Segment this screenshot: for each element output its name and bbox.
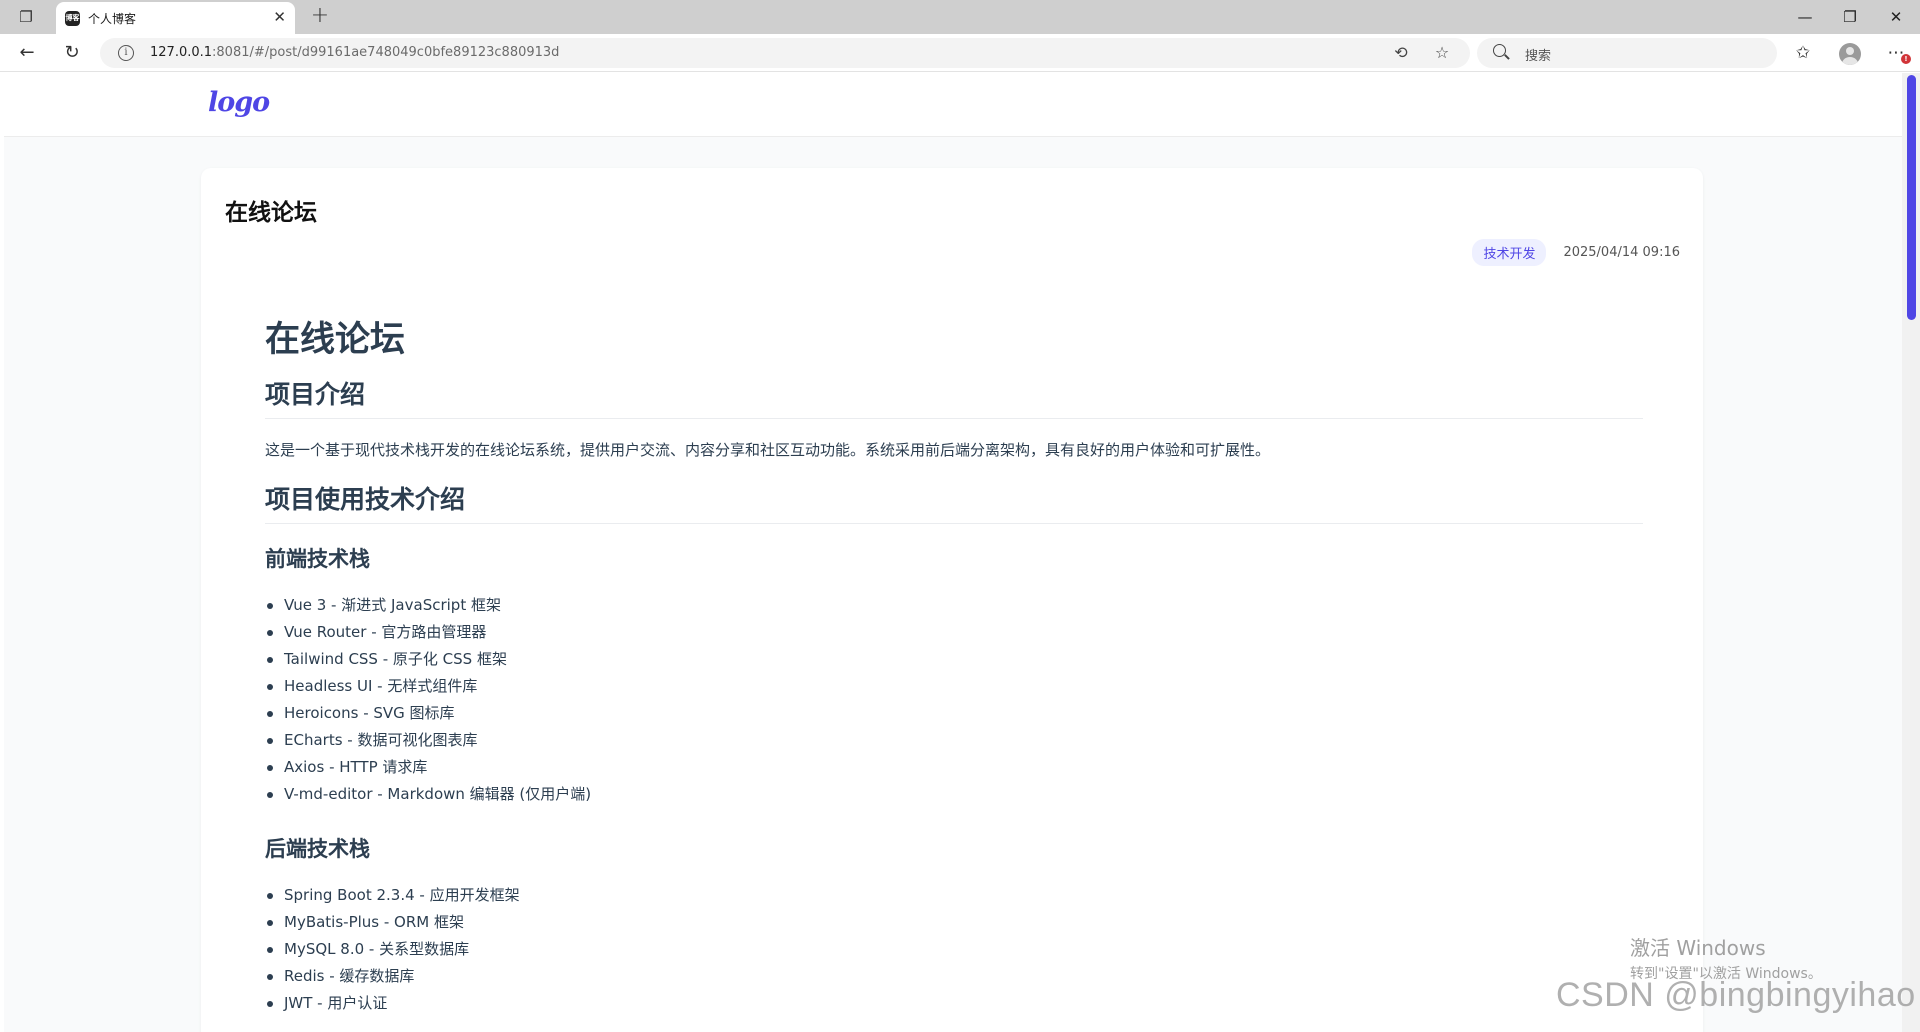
- post-meta: 技术开发 2025/04/14 09:16: [1472, 239, 1680, 266]
- csdn-watermark: CSDN @bingbingyihao: [1556, 976, 1916, 1014]
- site-info-icon[interactable]: i: [118, 45, 134, 61]
- category-badge[interactable]: 技术开发: [1472, 239, 1547, 266]
- scroll-thumb[interactable]: [1907, 75, 1916, 320]
- url-host: 127.0.0.1: [150, 45, 213, 60]
- tab-close-icon[interactable]: ✕: [273, 8, 286, 26]
- list-item: ECharts - 数据可视化图表库: [265, 727, 1643, 754]
- search-placeholder: 搜索: [1525, 49, 1552, 64]
- address-bar[interactable]: i 127.0.0.1:8081/#/post/d99161ae748049c0…: [100, 38, 1470, 68]
- favorites-icon[interactable]: ✩: [1789, 40, 1817, 66]
- refresh-icon[interactable]: ↻: [58, 40, 86, 66]
- notification-badge: !: [1901, 54, 1911, 64]
- list-item: MyBatis-Plus - ORM 框架: [265, 909, 1643, 936]
- search-icon: [1493, 44, 1506, 57]
- list-item: V-md-editor - Markdown 编辑器 (仅用户端): [265, 781, 1643, 808]
- url-path: :8081/#/post/d99161ae748049c0bfe89123c88…: [212, 45, 560, 60]
- list-item: Vue Router - 官方路由管理器: [265, 619, 1643, 646]
- tech-heading: 项目使用技术介绍: [265, 483, 1643, 524]
- favicon-icon: 博客: [65, 11, 80, 26]
- intro-heading: 项目介绍: [265, 378, 1643, 419]
- restore-icon[interactable]: ❐: [1836, 6, 1864, 28]
- search-box[interactable]: 搜索: [1477, 38, 1777, 68]
- favorite-star-icon[interactable]: ☆: [1431, 43, 1453, 63]
- browser-toolbar: ← ↻ i 127.0.0.1:8081/#/post/d99161ae7480…: [0, 34, 1920, 72]
- list-item: MySQL 8.0 - 关系型数据库: [265, 936, 1643, 963]
- backend-heading: 后端技术栈: [265, 837, 370, 861]
- frontend-heading: 前端技术栈: [265, 547, 370, 571]
- list-item: Axios - HTTP 请求库: [265, 754, 1643, 781]
- post-title: 在线论坛: [225, 200, 317, 226]
- list-item: Tailwind CSS - 原子化 CSS 框架: [265, 646, 1643, 673]
- minimize-icon[interactable]: —: [1791, 6, 1819, 28]
- activation-line1: 激活 Windows: [1630, 936, 1766, 960]
- tab-active[interactable]: 博客 个人博客 ✕: [56, 2, 295, 34]
- tab-actions-icon[interactable]: ❐: [12, 5, 40, 29]
- page-scrollbar[interactable]: [1902, 73, 1920, 1032]
- site-header: logo: [4, 73, 1902, 137]
- translate-icon[interactable]: ⟲: [1390, 43, 1412, 63]
- content-h1: 在线论坛: [265, 320, 406, 360]
- profile-avatar[interactable]: [1839, 43, 1861, 65]
- tab-bar: ❐ 博客 个人博客 ✕ + — ❐ ✕: [0, 0, 1920, 34]
- list-item: Redis - 缓存数据库: [265, 963, 1643, 990]
- list-item: Headless UI - 无样式组件库: [265, 673, 1643, 700]
- list-item: JWT - 用户认证: [265, 990, 1643, 1017]
- post-card: 在线论坛 技术开发 2025/04/14 09:16 在线论坛 项目介绍 这是一…: [201, 168, 1703, 1032]
- url-text[interactable]: 127.0.0.1:8081/#/post/d99161ae748049c0bf…: [150, 45, 559, 60]
- list-item: Heroicons - SVG 图标库: [265, 700, 1643, 727]
- new-tab-button[interactable]: +: [306, 4, 334, 30]
- intro-paragraph: 这是一个基于现代技术栈开发的在线论坛系统，提供用户交流、内容分享和社区互动功能。…: [265, 441, 1271, 459]
- post-date: 2025/04/14 09:16: [1563, 245, 1680, 260]
- window-close-icon[interactable]: ✕: [1882, 6, 1910, 28]
- site-logo[interactable]: logo: [208, 87, 270, 118]
- list-item: Vue 3 - 渐进式 JavaScript 框架: [265, 592, 1643, 619]
- back-icon[interactable]: ←: [13, 40, 41, 66]
- page-viewport: logo 在线论坛 技术开发 2025/04/14 09:16 在线论坛 项目介…: [4, 73, 1902, 1032]
- backend-list: Spring Boot 2.3.4 - 应用开发框架 MyBatis-Plus …: [265, 882, 1643, 1017]
- frontend-list: Vue 3 - 渐进式 JavaScript 框架 Vue Router - 官…: [265, 592, 1643, 808]
- markdown-content: 在线论坛 项目介绍 这是一个基于现代技术栈开发的在线论坛系统，提供用户交流、内容…: [265, 318, 1643, 1032]
- tab-title: 个人博客: [88, 12, 137, 26]
- list-item: Spring Boot 2.3.4 - 应用开发框架: [265, 882, 1643, 909]
